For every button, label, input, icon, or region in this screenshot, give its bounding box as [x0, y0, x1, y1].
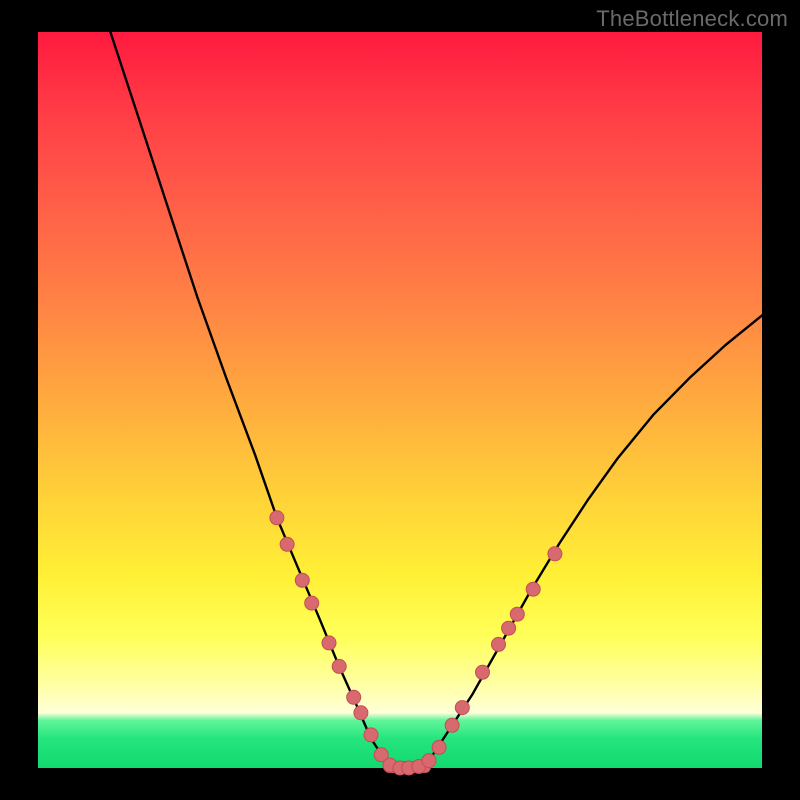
data-marker [422, 754, 436, 768]
data-marker [305, 596, 319, 610]
data-marker [270, 511, 284, 525]
data-marker [455, 701, 469, 715]
data-marker [354, 706, 368, 720]
marker-group [270, 511, 562, 775]
data-marker [432, 740, 446, 754]
plot-area [38, 32, 762, 768]
data-marker [445, 718, 459, 732]
data-marker [364, 728, 378, 742]
chart-svg [38, 32, 762, 768]
data-marker [280, 537, 294, 551]
data-marker [526, 582, 540, 596]
data-marker [295, 573, 309, 587]
data-marker [502, 621, 516, 635]
data-marker [548, 547, 562, 561]
data-marker [332, 659, 346, 673]
watermark-text: TheBottleneck.com [596, 6, 788, 32]
data-marker [492, 637, 506, 651]
data-marker [322, 636, 336, 650]
data-marker [347, 690, 361, 704]
chart-frame: TheBottleneck.com [0, 0, 800, 800]
bottleneck-curve [110, 32, 762, 768]
data-marker [510, 607, 524, 621]
data-marker [476, 665, 490, 679]
